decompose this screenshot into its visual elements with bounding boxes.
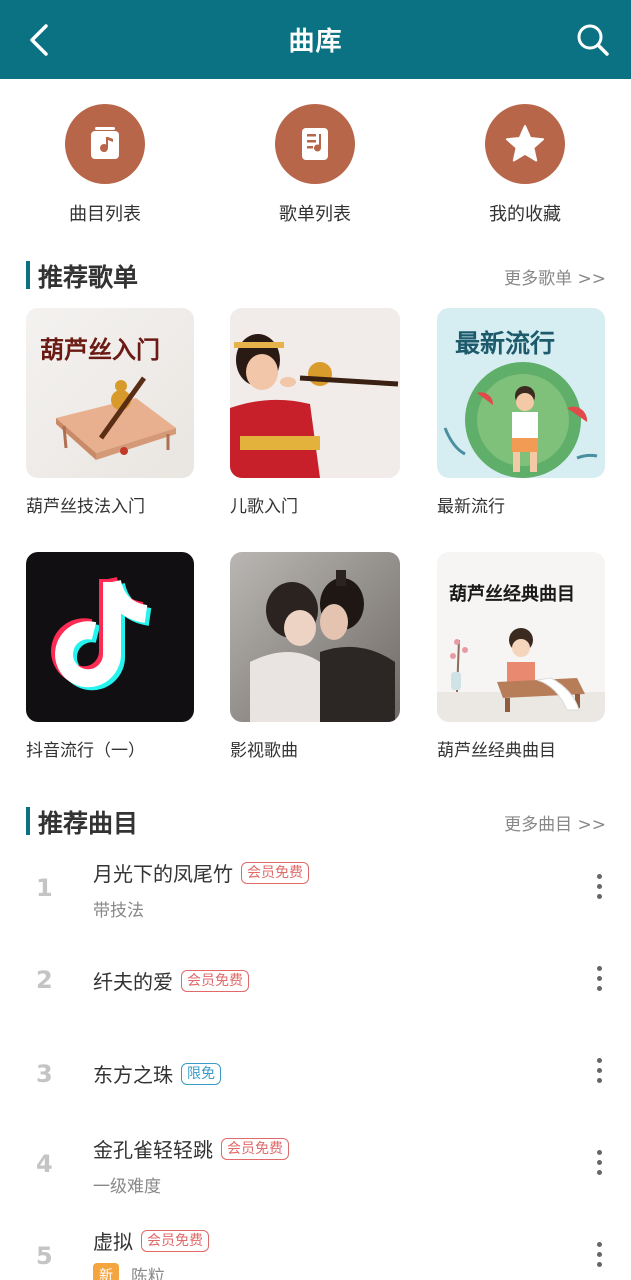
top-app-bar: 曲库	[0, 0, 631, 79]
more-options-icon[interactable]	[595, 874, 603, 904]
track-row[interactable]: 3 东方之珠 限免	[0, 1038, 631, 1128]
playlist-name: 葫芦丝经典曲目	[437, 741, 556, 761]
playlist-name: 最新流行	[437, 497, 505, 517]
tiktok-logo-icon	[51, 576, 152, 691]
track-row[interactable]: 1 月光下的凤尾竹 会员免费 带技法	[0, 850, 631, 940]
section-title: 推荐曲目	[38, 809, 139, 838]
back-arrow-icon[interactable]	[22, 20, 58, 60]
section-accent-bar	[26, 807, 30, 835]
track-number: 4	[36, 1150, 53, 1178]
cover-illustration	[437, 628, 605, 722]
cover-illustration	[250, 570, 395, 722]
track-artist: 陈粒	[131, 1267, 165, 1280]
track-number: 5	[36, 1242, 53, 1270]
track-row[interactable]: 5 虚拟 会员免费 新 陈粒	[0, 1218, 631, 1280]
cover-illustration	[443, 362, 598, 478]
track-title-line: 虚拟 会员免费	[93, 1226, 209, 1255]
tracks-section-header: 推荐曲目 更多曲目 >>	[26, 804, 606, 838]
track-title-line: 月光下的凤尾竹 会员免费	[93, 858, 309, 887]
quick-action-favorites[interactable]: 我的收藏	[460, 104, 590, 226]
track-title-line: 纤夫的爱 会员免费	[93, 966, 249, 995]
playlist-cover	[26, 552, 194, 722]
quick-action-label: 我的收藏	[489, 204, 561, 225]
music-file-icon	[65, 104, 145, 184]
more-options-icon[interactable]	[595, 1058, 603, 1088]
playlist-cover	[230, 552, 400, 722]
playlist-icon	[275, 104, 355, 184]
playlist-cover: 最新流行	[437, 308, 605, 478]
vip-free-tag: 会员免费	[241, 861, 309, 884]
track-number: 1	[36, 874, 53, 902]
playlist-card[interactable]: 影视歌曲	[230, 552, 400, 761]
playlist-card[interactable]: 葫芦丝经典曲目 葫芦丝经典曲目	[437, 552, 605, 761]
quick-action-label: 歌单列表	[279, 204, 351, 225]
playlist-card[interactable]: 儿歌入门	[230, 308, 400, 517]
more-options-icon[interactable]	[595, 966, 603, 996]
more-options-icon[interactable]	[595, 1242, 603, 1272]
playlist-cover: 葫芦丝经典曲目	[437, 552, 605, 722]
playlist-name: 抖音流行（一）	[26, 741, 145, 761]
quick-action-playlist-list[interactable]: 歌单列表	[250, 104, 380, 226]
track-title: 纤夫的爱	[93, 970, 173, 994]
track-number: 2	[36, 966, 53, 994]
search-icon[interactable]	[573, 20, 613, 60]
new-badge: 新	[93, 1262, 119, 1280]
star-icon	[485, 104, 565, 184]
playlist-name: 儿歌入门	[230, 497, 298, 517]
track-subtitle: 带技法	[93, 901, 144, 921]
track-title: 东方之珠	[93, 1063, 173, 1087]
vip-free-tag: 会员免费	[221, 1137, 289, 1160]
playlists-section-header: 推荐歌单 更多歌单 >>	[26, 258, 606, 292]
more-options-icon[interactable]	[595, 1150, 603, 1180]
track-title: 月光下的凤尾竹	[93, 862, 233, 886]
more-playlists-link[interactable]: 更多歌单 >>	[504, 264, 606, 289]
quick-action-label: 曲目列表	[69, 204, 141, 225]
quick-action-track-list[interactable]: 曲目列表	[40, 104, 170, 226]
cover-illustration	[56, 376, 176, 460]
track-title-line: 东方之珠 限免	[93, 1059, 221, 1088]
page-title: 曲库	[288, 27, 343, 57]
limited-free-tag: 限免	[181, 1062, 221, 1085]
track-row[interactable]: 2 纤夫的爱 会员免费	[0, 944, 631, 1034]
playlist-name: 葫芦丝技法入门	[26, 497, 145, 517]
playlist-name: 影视歌曲	[230, 741, 298, 761]
vip-free-tag: 会员免费	[141, 1229, 209, 1252]
more-tracks-link[interactable]: 更多曲目 >>	[504, 810, 606, 835]
track-title: 虚拟	[93, 1230, 133, 1254]
playlist-card[interactable]: 葫芦丝入门 葫芦丝技法入门	[26, 308, 194, 517]
track-number: 3	[36, 1060, 53, 1088]
cover-illustration	[230, 308, 400, 478]
playlist-card[interactable]: 抖音流行（一）	[26, 552, 194, 761]
quick-actions: 曲目列表 歌单列表 我的收藏	[0, 104, 631, 234]
track-subtitle: 一级难度	[93, 1177, 161, 1197]
section-accent-bar	[26, 261, 30, 289]
playlist-cover: 葫芦丝入门	[26, 308, 194, 478]
playlist-cover	[230, 308, 400, 478]
section-title: 推荐歌单	[38, 263, 139, 292]
track-title-line: 金孔雀轻轻跳 会员免费	[93, 1134, 289, 1163]
vip-free-tag: 会员免费	[181, 969, 249, 992]
track-title: 金孔雀轻轻跳	[93, 1138, 213, 1162]
track-subtitle-line: 新 陈粒	[93, 1262, 165, 1280]
playlist-card[interactable]: 最新流行 最新流行	[437, 308, 605, 517]
track-row[interactable]: 4 金孔雀轻轻跳 会员免费 一级难度	[0, 1128, 631, 1218]
